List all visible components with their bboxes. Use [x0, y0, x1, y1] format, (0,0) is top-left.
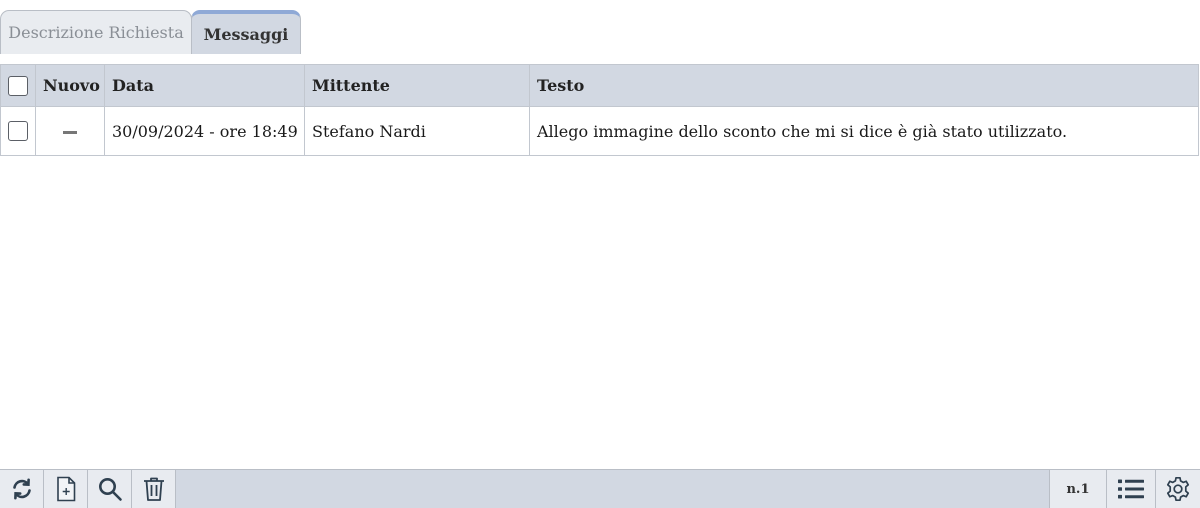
record-count-label: n.1: [1066, 481, 1090, 497]
new-document-icon: [54, 476, 78, 502]
list-view-button[interactable]: [1106, 470, 1155, 508]
settings-button[interactable]: [1155, 470, 1200, 508]
search-icon: [97, 476, 123, 502]
bottom-toolbar: n.1: [0, 469, 1200, 508]
column-header-nuovo[interactable]: Nuovo: [35, 64, 105, 107]
data-cell: 30/09/2024 - ore 18:49: [104, 106, 305, 156]
gear-icon: [1165, 476, 1191, 502]
mittente-cell: Stefano Nardi: [304, 106, 530, 156]
refresh-button[interactable]: [0, 470, 44, 508]
column-header-mittente[interactable]: Mittente: [304, 64, 530, 107]
column-header-data[interactable]: Data: [104, 64, 305, 107]
select-all-header: [0, 64, 36, 107]
select-all-checkbox[interactable]: [8, 75, 28, 96]
tab-label: Descrizione Richiesta: [8, 23, 184, 42]
search-button[interactable]: [88, 470, 132, 508]
row-checkbox[interactable]: [8, 121, 28, 142]
trash-icon: [142, 476, 166, 502]
refresh-icon: [10, 477, 34, 501]
tab-descrizione-richiesta[interactable]: Descrizione Richiesta: [0, 10, 192, 54]
messages-table: Nuovo Data Mittente Testo 30/09/2024 - o…: [0, 64, 1199, 156]
tab-label: Messaggi: [203, 24, 289, 44]
tab-messaggi[interactable]: Messaggi: [191, 10, 301, 54]
table-row[interactable]: 30/09/2024 - ore 18:49 Stefano Nardi All…: [0, 106, 1199, 156]
column-header-testo[interactable]: Testo: [529, 64, 1199, 107]
list-icon: [1117, 477, 1145, 501]
nuovo-cell: [35, 106, 105, 156]
new-message-button[interactable]: [44, 470, 88, 508]
row-select-cell: [0, 106, 36, 156]
not-new-dash-icon: [63, 130, 77, 134]
testo-cell: Allego immagine dello sconto che mi si d…: [529, 106, 1199, 156]
delete-button[interactable]: [132, 470, 176, 508]
table-header-row: Nuovo Data Mittente Testo: [0, 64, 1199, 107]
record-count: n.1: [1049, 470, 1106, 508]
